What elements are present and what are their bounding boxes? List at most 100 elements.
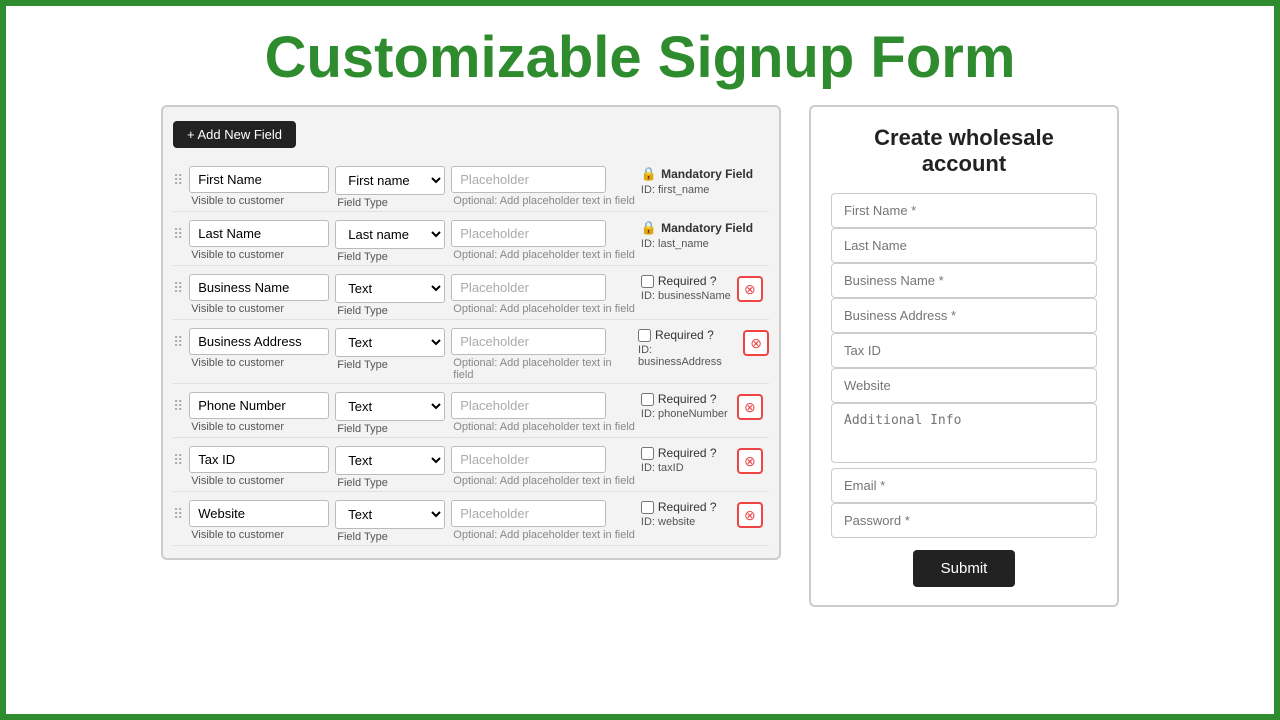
field-type-col: Text Field Type: [335, 392, 445, 435]
delete-field-button[interactable]: ⊗: [743, 330, 769, 356]
mandatory-col: 🔒 Mandatory Field ID: first_name: [641, 166, 753, 196]
lock-icon: 🔒: [641, 220, 657, 236]
field-type-col: Text Field Type: [335, 446, 445, 489]
placeholder-input[interactable]: [451, 446, 606, 473]
drag-handle-icon[interactable]: ⠿: [173, 392, 183, 415]
preview-textarea-additional-info[interactable]: [831, 403, 1097, 463]
submit-button[interactable]: Submit: [913, 550, 1016, 587]
delete-field-button[interactable]: ⊗: [737, 448, 763, 474]
add-new-field-button[interactable]: + Add New Field: [173, 121, 296, 148]
required-checkbox[interactable]: [641, 275, 654, 288]
preview-input-password-[interactable]: [831, 503, 1097, 538]
required-row: Required ?: [641, 392, 717, 406]
optional-note: Optional: Add placeholder text in field: [453, 195, 635, 207]
drag-handle-icon[interactable]: ⠿: [173, 220, 183, 243]
required-col: Required ? ID: phoneNumber: [641, 392, 731, 420]
lock-icon: 🔒: [641, 166, 657, 182]
field-name-input[interactable]: [189, 274, 329, 301]
required-row: Required ?: [641, 446, 717, 460]
visible-label: Visible to customer: [191, 475, 329, 487]
placeholder-input[interactable]: [451, 328, 606, 355]
placeholder-col: Optional: Add placeholder text in field: [451, 220, 635, 261]
required-row: Required ?: [641, 274, 717, 288]
mandatory-badge: 🔒 Mandatory Field: [641, 166, 753, 182]
field-type-col: Text Field Type: [335, 328, 445, 371]
optional-note: Optional: Add placeholder text in field: [453, 357, 632, 381]
field-type-select[interactable]: Text: [335, 274, 445, 303]
field-type-select[interactable]: Text: [335, 500, 445, 529]
field-id-label: ID: phoneNumber: [641, 408, 728, 420]
required-col: Required ?ID: businessName: [641, 274, 731, 302]
required-col: Required ?ID: businessAddress: [638, 328, 737, 368]
field-type-label: Field Type: [337, 531, 445, 543]
required-checkbox[interactable]: [641, 447, 654, 460]
placeholder-input[interactable]: [451, 274, 606, 301]
field-type-label: Field Type: [337, 305, 445, 317]
preview-input-website[interactable]: [831, 368, 1097, 403]
field-type-label: Field Type: [337, 423, 445, 435]
placeholder-col: Optional: Add placeholder text in field: [451, 392, 635, 433]
visible-label: Visible to customer: [191, 195, 329, 207]
optional-note: Optional: Add placeholder text in field: [453, 421, 635, 433]
preview-input-email-[interactable]: [831, 468, 1097, 503]
required-label: Required ?: [658, 392, 717, 406]
placeholder-col: Optional: Add placeholder text in field: [451, 328, 632, 381]
field-row: ⠿Visible to customerLast nameField TypeO…: [173, 214, 769, 266]
placeholder-input[interactable]: [451, 220, 606, 247]
field-id-label: ID: last_name: [641, 238, 709, 250]
placeholder-input[interactable]: [451, 392, 606, 419]
visible-label: Visible to customer: [191, 529, 329, 541]
mandatory-label: Mandatory Field: [661, 167, 753, 181]
field-type-select[interactable]: Text: [335, 446, 445, 475]
field-name-input[interactable]: [189, 446, 329, 473]
field-type-label: Field Type: [337, 359, 445, 371]
field-name-input[interactable]: [189, 166, 329, 193]
field-type-label: Field Type: [337, 251, 445, 263]
fields-list: ⠿ Visible to customer First name Field Type…: [173, 160, 769, 546]
delete-field-button[interactable]: ⊗: [737, 502, 763, 528]
preview-input-business-address-[interactable]: [831, 298, 1097, 333]
page: Customizable Signup Form + Add New Field…: [6, 6, 1274, 714]
mandatory-col: 🔒Mandatory Field ID: last_name: [641, 220, 753, 250]
delete-field-button[interactable]: ⊗: [737, 394, 763, 420]
placeholder-input[interactable]: [451, 166, 606, 193]
required-row: Required ?: [641, 500, 717, 514]
field-name-input[interactable]: [189, 392, 329, 419]
field-type-select[interactable]: Last name: [335, 220, 445, 249]
field-id-label: ID: businessAddress: [638, 344, 737, 368]
field-name-col: Visible to customer: [189, 166, 329, 207]
field-name-input[interactable]: [189, 328, 329, 355]
delete-field-button[interactable]: ⊗: [737, 276, 763, 302]
field-row: ⠿ Visible to customer Text Field Type Option…: [173, 268, 769, 320]
field-type-select[interactable]: Text: [335, 328, 445, 357]
drag-handle-icon[interactable]: ⠿: [173, 274, 183, 297]
preview-input-tax-id[interactable]: [831, 333, 1097, 368]
field-id-label: ID: first_name: [641, 184, 709, 196]
required-checkbox[interactable]: [638, 329, 651, 342]
required-checkbox[interactable]: [641, 393, 654, 406]
drag-handle-icon[interactable]: ⠿: [173, 446, 183, 469]
required-checkbox[interactable]: [641, 501, 654, 514]
field-name-input[interactable]: [189, 500, 329, 527]
preview-input-first-name-[interactable]: [831, 193, 1097, 228]
field-type-label: Field Type: [337, 477, 445, 489]
drag-handle-icon[interactable]: ⠿: [173, 328, 183, 351]
field-name-col: Visible to customer: [189, 328, 329, 369]
field-name-col: Visible to customer: [189, 500, 329, 541]
required-label: Required ?: [658, 274, 717, 288]
field-type-select[interactable]: Text: [335, 392, 445, 421]
preview-input-business-name-[interactable]: [831, 263, 1097, 298]
preview-input-last-name[interactable]: [831, 228, 1097, 263]
page-title: Customizable Signup Form: [6, 6, 1274, 105]
mandatory-badge: 🔒Mandatory Field: [641, 220, 753, 236]
field-type-select[interactable]: First name: [335, 166, 445, 195]
drag-handle-icon[interactable]: ⠿: [173, 166, 183, 189]
drag-handle-icon[interactable]: ⠿: [173, 500, 183, 523]
optional-note: Optional: Add placeholder text in field: [453, 303, 635, 315]
field-name-input[interactable]: [189, 220, 329, 247]
field-type-label: Field Type: [337, 197, 445, 209]
field-row: ⠿Visible to customerTextField TypeOption…: [173, 440, 769, 492]
placeholder-input[interactable]: [451, 500, 606, 527]
form-preview-title: Create wholesale account: [831, 125, 1097, 177]
visible-label: Visible to customer: [191, 303, 329, 315]
